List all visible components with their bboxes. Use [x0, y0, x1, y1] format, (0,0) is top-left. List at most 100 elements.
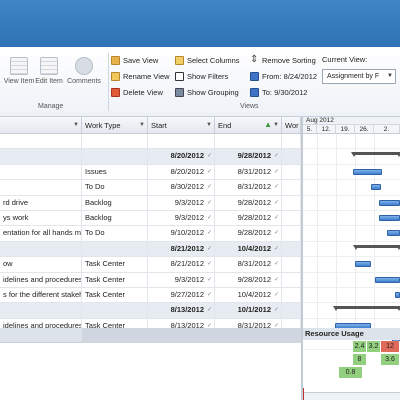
cell-name[interactable]	[0, 303, 82, 318]
column-header-work-type[interactable]: Work Type ▼	[82, 117, 148, 134]
cell-start[interactable]: 8/30/2012 ✓	[148, 180, 215, 195]
date-picker-icon[interactable]: ✓	[207, 211, 212, 225]
gantt-task-bar[interactable]	[379, 199, 400, 206]
cell-end[interactable]: 8/31/2012 ✓	[215, 180, 282, 195]
cell-name[interactable]: s for the different stakehold	[0, 288, 82, 303]
gantt-summary-bar[interactable]	[351, 152, 400, 158]
date-picker-icon[interactable]: ✓	[207, 226, 212, 240]
cell-start[interactable]: 8/21/2012 ✓	[148, 257, 215, 272]
column-menu-icon[interactable]: ▼	[206, 117, 212, 133]
cell-start[interactable]: 9/3/2012 ✓	[148, 272, 215, 287]
table-row[interactable]: idelines and procedures Task Center 9/3/20…	[0, 272, 301, 288]
group-summary-row[interactable]: 8/20/2012 ✓ 9/28/2012 ✓	[0, 149, 301, 165]
save-view-button[interactable]: Save View	[111, 54, 158, 67]
cell-work[interactable]	[282, 211, 301, 226]
column-menu-icon[interactable]: ▼	[139, 117, 145, 133]
date-picker-icon[interactable]: ✓	[207, 149, 212, 163]
remove-sorting-button[interactable]: Remove Sorting	[250, 53, 316, 67]
date-picker-icon[interactable]: ✓	[207, 242, 212, 256]
cell-name[interactable]	[0, 241, 82, 257]
cell-work[interactable]	[282, 241, 301, 257]
date-picker-icon[interactable]: ✓	[207, 180, 212, 194]
cell-work-type[interactable]: Issues	[82, 164, 148, 180]
group-summary-row[interactable]: 8/21/2012 ✓ 10/4/2012 ✓	[0, 241, 301, 258]
column-menu-icon[interactable]: ▼	[73, 117, 79, 133]
comments-button[interactable]: Comments	[66, 57, 102, 86]
cell-name[interactable]: rd drive	[0, 195, 82, 210]
cell-start[interactable]: 9/3/2012 ✓	[148, 195, 215, 210]
gantt-summary-bar[interactable]	[333, 306, 400, 312]
column-header-end[interactable]: End ▲ ▼	[215, 117, 282, 134]
cell-work-type[interactable]	[82, 149, 148, 164]
cell-start[interactable]: 9/10/2012 ✓	[148, 226, 215, 241]
date-picker-icon[interactable]: ✓	[207, 288, 212, 302]
table-row[interactable]: Issues 8/20/2012 ✓ 8/31/2012 ✓	[0, 164, 301, 181]
cell-end[interactable]: 10/1/2012✓	[215, 303, 282, 318]
gantt-task-bar[interactable]	[379, 215, 400, 221]
show-filters-button[interactable]: Show Filters	[175, 70, 228, 83]
date-picker-icon[interactable]: ✓	[274, 211, 279, 225]
date-picker-icon[interactable]: ✓	[274, 196, 279, 210]
gantt-task-bar[interactable]	[395, 292, 400, 298]
column-header-work[interactable]: Wor	[282, 117, 301, 134]
cell-work[interactable]	[282, 149, 301, 164]
cell-name[interactable]	[0, 180, 82, 195]
date-picker-icon[interactable]: ✓	[274, 303, 279, 317]
cell-end[interactable]: 10/4/2012 ✓	[215, 288, 282, 303]
cell-end[interactable]	[215, 134, 282, 149]
cell-work-type[interactable]	[82, 303, 148, 318]
cell-start[interactable]: 8/20/2012 ✓	[148, 149, 215, 164]
cell-name[interactable]	[0, 149, 82, 164]
current-view-select[interactable]: Assignment by F ▼	[322, 69, 396, 84]
cell-start[interactable]	[148, 134, 215, 149]
delete-view-button[interactable]: Delete View	[111, 86, 163, 99]
date-picker-icon[interactable]: ✓	[207, 165, 212, 179]
table-row[interactable]: rd drive Backlog 9/3/2012 ✓ 9/28/2012 ✓	[0, 195, 301, 211]
cell-end[interactable]: 10/4/2012 ✓	[215, 241, 282, 257]
date-picker-icon[interactable]: ✓	[207, 257, 212, 271]
column-header-name[interactable]: ▼	[0, 117, 82, 134]
cell-work[interactable]	[282, 180, 301, 195]
view-item-button[interactable]: View Item	[2, 57, 36, 86]
cell-start[interactable]: 8/20/2012 ✓	[148, 164, 215, 180]
cell-name[interactable]	[0, 134, 82, 149]
cell-work[interactable]	[282, 303, 301, 318]
gantt-task-bar[interactable]	[371, 184, 381, 191]
table-row[interactable]	[0, 134, 301, 150]
cell-work-type[interactable]: Backlog	[82, 195, 148, 210]
gantt-task-bar[interactable]	[355, 261, 371, 268]
rename-view-button[interactable]: Rename View	[111, 70, 170, 83]
date-picker-icon[interactable]: ✓	[274, 165, 279, 179]
cell-start[interactable]: 8/21/2012 ✓	[148, 241, 215, 257]
table-row[interactable]: ow Task Center 8/21/2012 ✓ 8/31/2012 ✓	[0, 257, 301, 273]
date-picker-icon[interactable]: ✓	[274, 180, 279, 194]
cell-work-type[interactable]	[82, 241, 148, 257]
gantt-task-bar[interactable]	[375, 276, 400, 283]
gantt-task-bar[interactable]	[353, 168, 382, 175]
table-row[interactable]: To Do 8/30/2012 ✓ 8/31/2012 ✓	[0, 180, 301, 196]
date-picker-icon[interactable]: ✓	[274, 149, 279, 163]
date-picker-icon[interactable]: ✓	[274, 257, 279, 271]
cell-name[interactable]: idelines and procedures	[0, 272, 82, 287]
edit-item-button[interactable]: Edit Item	[32, 57, 66, 86]
cell-work[interactable]	[282, 195, 301, 210]
cell-start[interactable]: 9/3/2012 ✓	[148, 211, 215, 226]
date-picker-icon[interactable]: ✓	[274, 226, 279, 240]
cell-end[interactable]: 9/28/2012 ✓	[215, 226, 282, 241]
table-row[interactable]: entation for all hands meetin To Do 9/10/2…	[0, 226, 301, 242]
select-columns-button[interactable]: Select Columns	[175, 54, 240, 67]
date-picker-icon[interactable]: ✓	[207, 196, 212, 210]
table-row[interactable]: ys work Backlog 9/3/2012 ✓ 9/28/2012 ✓	[0, 211, 301, 227]
gantt-task-bar[interactable]	[387, 230, 400, 237]
from-date-button[interactable]: From: 8/24/2012	[250, 70, 317, 83]
column-menu-icon[interactable]: ▼	[273, 117, 279, 133]
cell-work-type[interactable]	[82, 134, 148, 149]
cell-work[interactable]	[282, 226, 301, 241]
gantt-summary-bar[interactable]	[353, 244, 400, 250]
date-picker-icon[interactable]: ✓	[274, 288, 279, 302]
date-picker-icon[interactable]: ✓	[274, 242, 279, 256]
cell-work[interactable]	[282, 288, 301, 303]
cell-work-type[interactable]: Task Center	[82, 288, 148, 303]
cell-name[interactable]: entation for all hands meetin	[0, 226, 82, 241]
cell-work[interactable]	[282, 257, 301, 272]
